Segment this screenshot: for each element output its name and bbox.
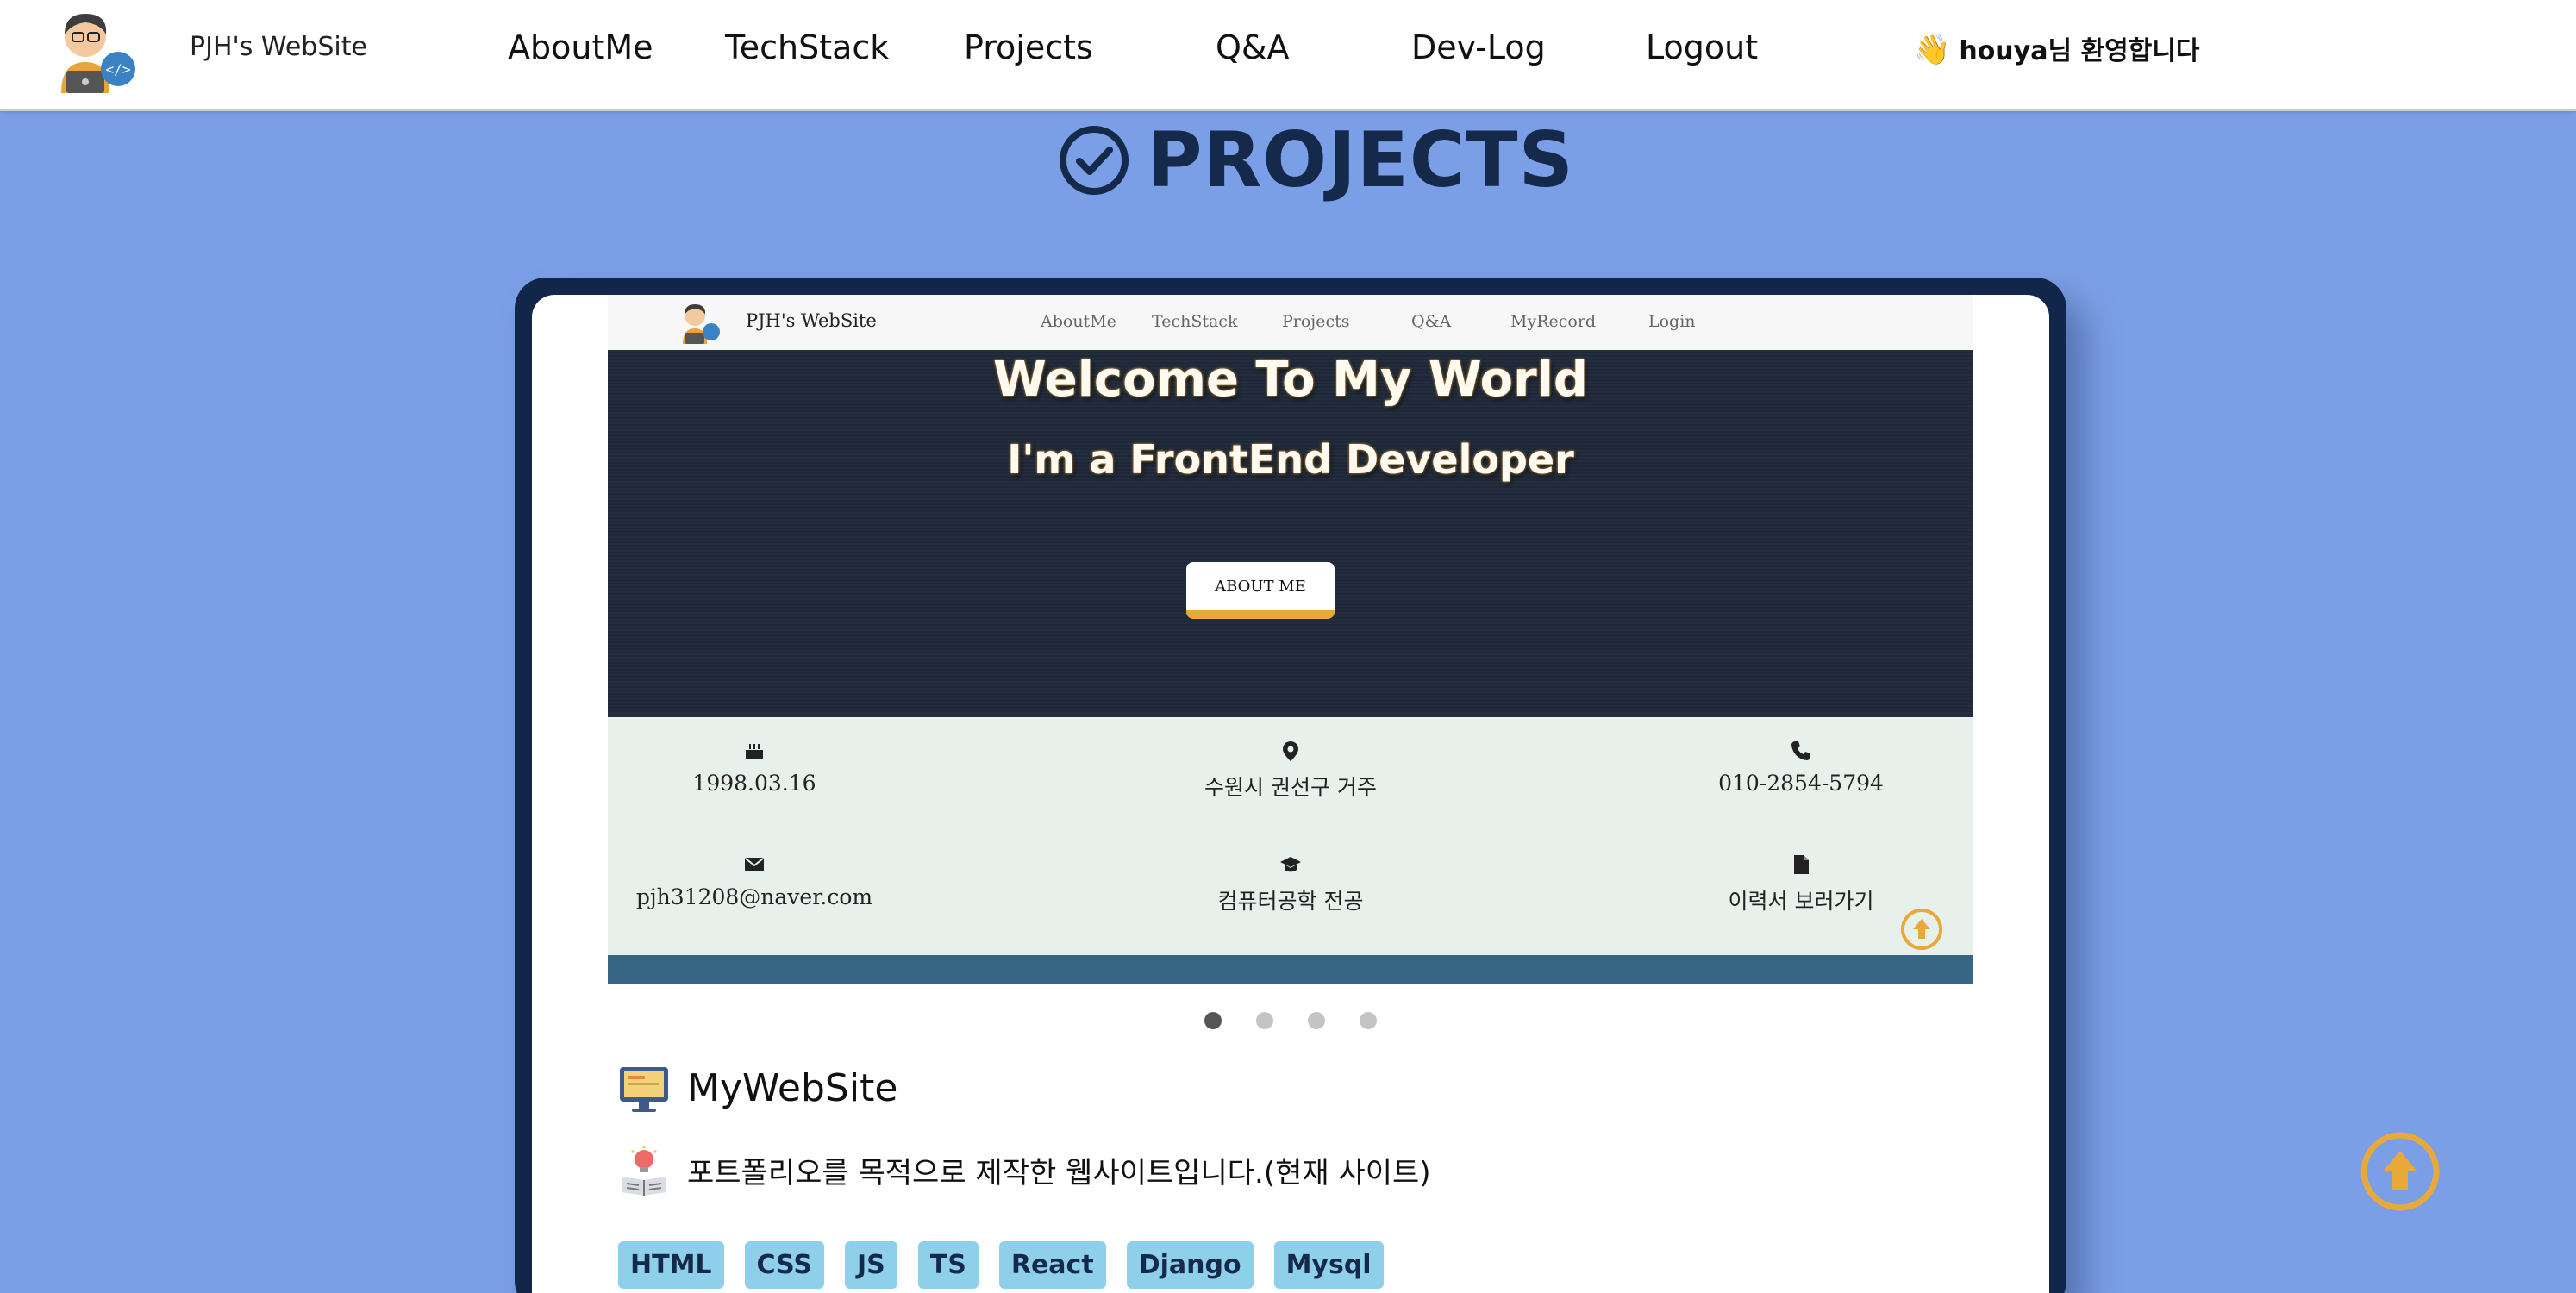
nav-techstack[interactable]: TechStack <box>725 26 889 69</box>
carousel-dot-1[interactable] <box>1204 1012 1222 1029</box>
preview-footer-bar <box>608 955 1973 984</box>
location-pin-icon <box>1283 741 1298 761</box>
project-description-text: 포트폴리오를 목적으로 제작한 웹사이트입니다.(현재 사이트) <box>687 1155 1431 1190</box>
preview-hero-subtitle: I'm a FrontEnd Developer <box>1007 436 1574 483</box>
carousel-indicators <box>1204 1012 1377 1029</box>
nav-devlog[interactable]: Dev-Log <box>1411 26 1546 69</box>
info-education: 컴퓨터공학 전공 <box>1144 853 1437 915</box>
check-circle-icon <box>1060 126 1129 195</box>
carousel-dot-4[interactable] <box>1360 1012 1377 1029</box>
project-title: MyWebSite <box>618 1062 897 1114</box>
project-name: MyWebSite <box>687 1065 898 1110</box>
preview-hero: Welcome To My World I'm a FrontEnd Devel… <box>608 350 1973 717</box>
idea-book-icon <box>622 1146 666 1196</box>
phone-icon <box>1791 741 1810 760</box>
info-phone: 010-2854-5794 <box>1654 740 1948 796</box>
welcome-text: houya님 환영합니다 <box>1959 36 2200 66</box>
device-screen: PJH's WebSite AboutMe TechStack Projects… <box>532 295 2049 1293</box>
svg-text:</>: </> <box>106 61 131 78</box>
nav-projects[interactable]: Projects <box>964 26 1093 69</box>
birthday-cake-icon <box>746 744 763 759</box>
tag-mysql: Mysql <box>1273 1241 1384 1289</box>
preview-info-panel: 1998.03.16 수원시 권선구 거주 010-2854-5794 pjh3… <box>608 717 1973 955</box>
tech-tags: HTML CSS JS TS React Django Mysql <box>618 1241 1384 1289</box>
carousel-dot-2[interactable] <box>1256 1012 1273 1029</box>
project-description: 포트폴리오를 목적으로 제작한 웹사이트입니다.(현재 사이트) <box>618 1144 1431 1196</box>
welcome-message: 👋 houya님 환영합니다 <box>1914 31 2200 71</box>
preview-nav-techstack: TechStack <box>1152 312 1238 331</box>
info-resume-text: 이력서 보러가기 <box>1728 889 1874 914</box>
tag-js: JS <box>845 1241 897 1289</box>
preview-hero-title: Welcome To My World <box>992 352 1589 408</box>
developer-avatar-logo[interactable]: </> <box>49 9 139 95</box>
page-title: PROJECTS <box>1059 119 1574 202</box>
carousel-dot-3[interactable] <box>1308 1012 1325 1029</box>
info-education-text: 컴퓨터공학 전공 <box>1217 889 1364 914</box>
info-email-text: pjh31208@naver.com <box>635 884 873 909</box>
info-birthday-text: 1998.03.16 <box>692 771 816 796</box>
preview-nav-myrecord: MyRecord <box>1510 312 1597 331</box>
page-title-text: PROJECTS <box>1147 116 1574 204</box>
tag-html: HTML <box>618 1241 724 1289</box>
monitor-icon <box>620 1067 668 1112</box>
info-email: pjh31208@naver.com <box>608 853 901 909</box>
preview-nav-aboutme: AboutMe <box>1041 312 1116 331</box>
nav-aboutme[interactable]: AboutMe <box>508 26 653 69</box>
info-location: 수원시 권선구 거주 <box>1144 740 1437 802</box>
preview-navbar: PJH's WebSite AboutMe TechStack Projects… <box>608 295 1973 350</box>
preview-nav-qa: Q&A <box>1411 312 1452 331</box>
info-birthday: 1998.03.16 <box>608 740 901 796</box>
scroll-to-top-button[interactable] <box>2359 1130 2442 1213</box>
tag-css: CSS <box>744 1241 824 1289</box>
preview-scroll-top-icon <box>1901 909 1942 950</box>
info-location-text: 수원시 권선구 거주 <box>1204 775 1377 800</box>
tag-react: React <box>998 1241 1106 1289</box>
preview-brand: PJH's WebSite <box>746 310 877 331</box>
device-frame: PJH's WebSite AboutMe TechStack Projects… <box>515 278 2066 1293</box>
nav-logout[interactable]: Logout <box>1646 26 1758 69</box>
waving-hand-icon: 👋 <box>1914 33 1951 67</box>
nav-qa[interactable]: Q&A <box>1216 26 1290 69</box>
tag-ts: TS <box>917 1241 979 1289</box>
graduation-cap-icon <box>1280 857 1301 872</box>
preview-about-me-button: ABOUT ME <box>1186 562 1335 619</box>
tag-django: Django <box>1126 1241 1254 1289</box>
info-phone-text: 010-2854-5794 <box>1718 771 1884 796</box>
site-brand[interactable]: PJH's WebSite <box>190 29 367 66</box>
preview-nav-projects: Projects <box>1282 312 1350 331</box>
envelope-icon <box>745 858 764 871</box>
preview-logo <box>683 304 720 344</box>
file-icon <box>1794 855 1809 874</box>
top-navbar: </> PJH's WebSite AboutMe TechStack Proj… <box>0 0 2576 111</box>
preview-nav-login: Login <box>1648 312 1696 331</box>
